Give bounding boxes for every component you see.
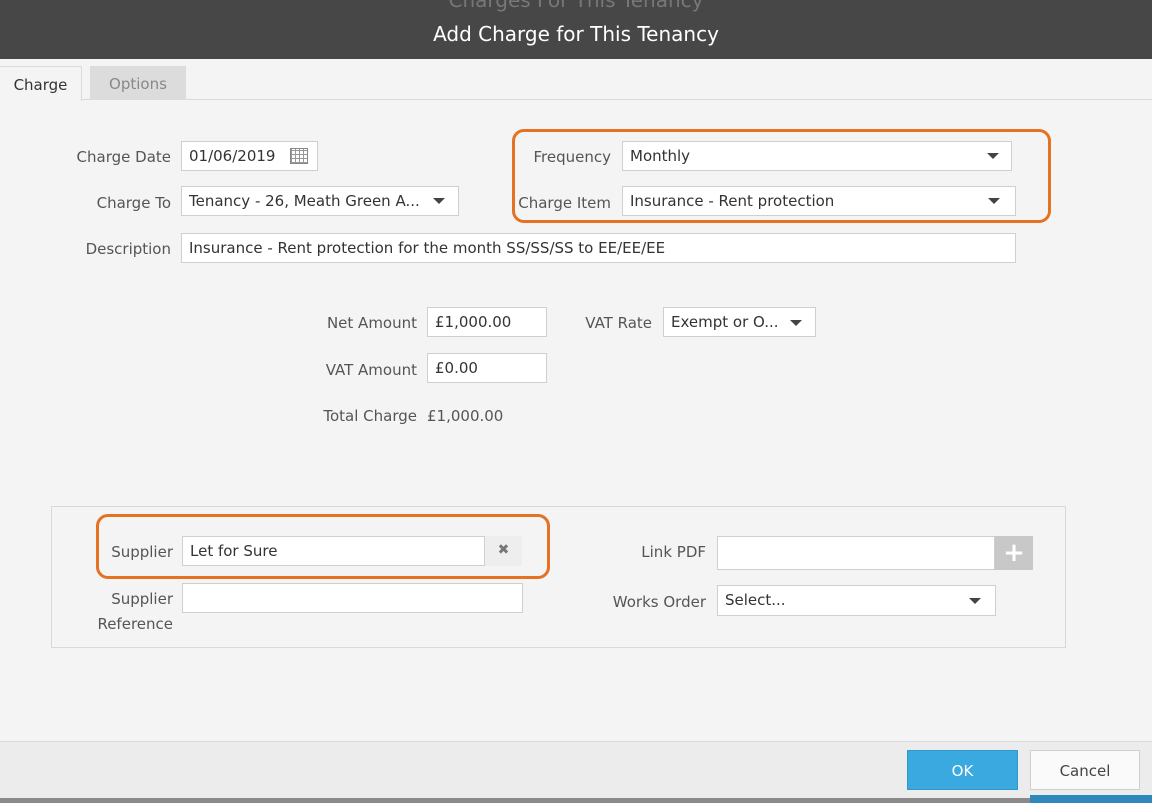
- dialog-titlebar: Charges For This Tenancy Add Charge for …: [0, 0, 1152, 59]
- plus-icon: +: [1003, 538, 1025, 568]
- charge-to-select[interactable]: Tenancy - 26, Meath Green A...: [181, 186, 459, 216]
- works-order-value: Select...: [725, 591, 786, 609]
- charge-date-value: 01/06/2019: [189, 147, 276, 165]
- background-button-peek: [1030, 795, 1152, 803]
- vat-amount-value: £0.00: [435, 359, 478, 377]
- supplier-highlight: [96, 514, 550, 579]
- cancel-button[interactable]: Cancel: [1030, 750, 1140, 790]
- vat-rate-value: Exempt or O...: [671, 313, 779, 331]
- description-input[interactable]: Insurance - Rent protection for the mont…: [181, 233, 1016, 263]
- supplier-reference-input[interactable]: [182, 583, 523, 613]
- dialog-title: Add Charge for This Tenancy: [433, 22, 719, 46]
- total-charge-value: £1,000.00: [427, 407, 504, 425]
- tab-options[interactable]: Options: [90, 66, 186, 100]
- charge-date-label: Charge Date: [76, 148, 171, 166]
- ok-button[interactable]: OK: [907, 750, 1018, 790]
- frequency-charge-item-highlight: [512, 129, 1051, 223]
- vat-rate-chevron-down-icon: [790, 320, 802, 326]
- description-label: Description: [85, 240, 171, 258]
- supplier-reference-label-line2: Reference: [97, 615, 173, 633]
- supplier-reference-label-line1: Supplier: [111, 590, 173, 608]
- link-pdf-input[interactable]: [717, 536, 995, 570]
- works-order-label: Works Order: [612, 593, 706, 611]
- works-order-select[interactable]: Select...: [717, 585, 996, 616]
- tab-strip: Charge Options: [0, 59, 1152, 101]
- vat-rate-label: VAT Rate: [585, 314, 652, 332]
- charge-to-value: Tenancy - 26, Meath Green A...: [189, 192, 420, 210]
- background-window-title: Charges For This Tenancy: [448, 0, 704, 12]
- link-pdf-add-button[interactable]: +: [995, 536, 1033, 570]
- net-amount-input[interactable]: £1,000.00: [427, 307, 547, 337]
- charge-to-label: Charge To: [96, 194, 171, 212]
- vat-amount-input[interactable]: £0.00: [427, 353, 547, 383]
- works-order-chevron-down-icon: [969, 598, 981, 604]
- vat-amount-label: VAT Amount: [325, 361, 417, 379]
- tab-charge[interactable]: Charge: [0, 66, 82, 101]
- description-value: Insurance - Rent protection for the mont…: [189, 239, 666, 257]
- calendar-icon[interactable]: [290, 148, 308, 164]
- background-window-edge: [0, 798, 1152, 803]
- charge-to-chevron-down-icon: [433, 198, 445, 204]
- net-amount-label: Net Amount: [326, 314, 417, 332]
- net-amount-value: £1,000.00: [435, 313, 512, 331]
- total-charge-label: Total Charge: [323, 407, 417, 425]
- link-pdf-label: Link PDF: [641, 543, 706, 561]
